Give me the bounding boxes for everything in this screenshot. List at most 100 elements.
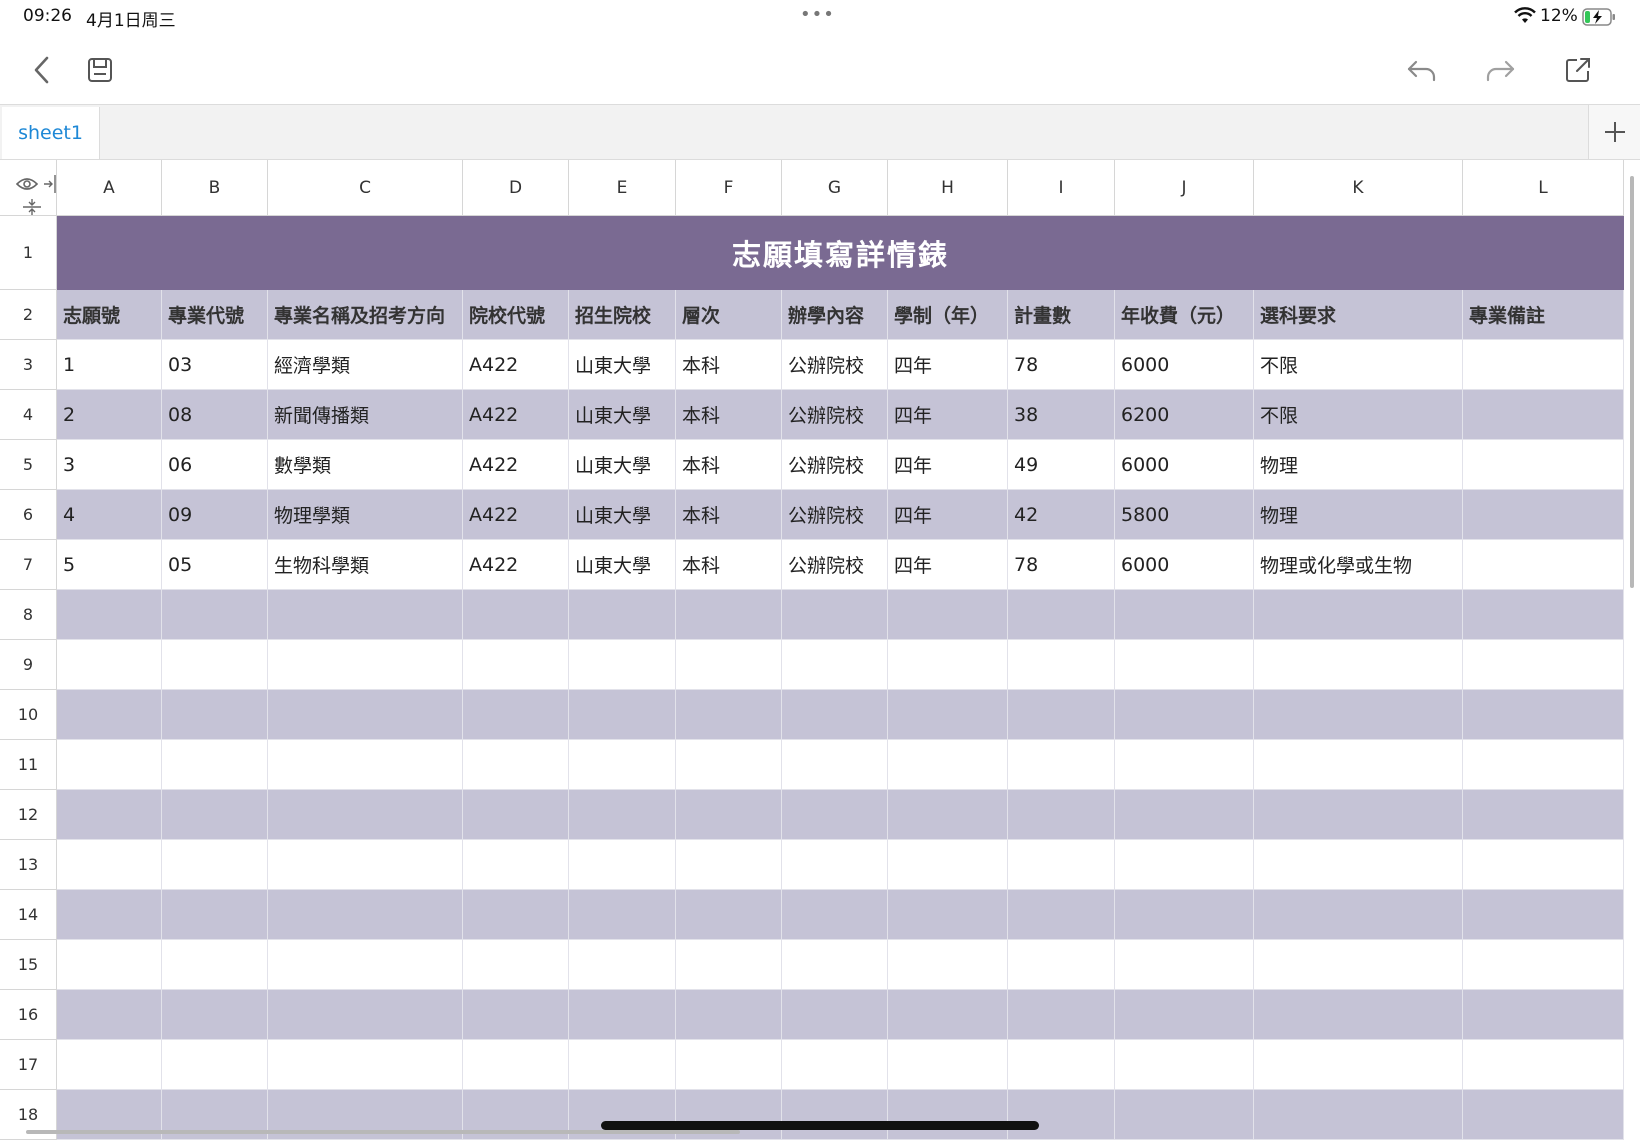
table-cell[interactable] [162,890,268,940]
collapse-rows-icon[interactable] [22,198,42,216]
table-cell[interactable] [782,740,888,790]
table-cell[interactable] [268,740,463,790]
save-button[interactable] [80,50,120,90]
table-cell[interactable]: 公辦院校 [782,540,888,590]
header-cell[interactable]: 學制（年） [888,290,1008,340]
table-cell[interactable] [1254,790,1463,840]
table-cell[interactable] [1463,640,1624,690]
table-cell[interactable] [1008,890,1115,940]
table-cell[interactable] [569,940,676,990]
header-cell[interactable]: 招生院校 [569,290,676,340]
table-cell[interactable] [1008,840,1115,890]
table-cell[interactable] [888,640,1008,690]
row-header-17[interactable]: 17 [0,1040,57,1090]
table-cell[interactable] [1463,990,1624,1040]
table-cell[interactable]: 6000 [1115,440,1254,490]
table-cell[interactable] [888,690,1008,740]
header-cell[interactable]: 志願號 [57,290,162,340]
column-header-l[interactable]: L [1463,160,1624,216]
table-cell[interactable] [1254,940,1463,990]
row-header-9[interactable]: 9 [0,640,57,690]
table-cell[interactable] [676,940,782,990]
table-cell[interactable]: 本科 [676,340,782,390]
grid-corner[interactable] [0,160,66,216]
table-cell[interactable] [569,840,676,890]
table-cell[interactable] [782,840,888,890]
table-cell[interactable] [1463,490,1624,540]
multitask-dots-icon[interactable]: ••• [800,4,835,25]
column-header-i[interactable]: I [1008,160,1115,216]
table-cell[interactable] [888,740,1008,790]
table-cell[interactable]: 本科 [676,540,782,590]
table-cell[interactable] [1115,1090,1254,1140]
table-cell[interactable] [782,690,888,740]
table-cell[interactable]: 物理 [1254,440,1463,490]
home-indicator[interactable] [601,1121,1039,1130]
table-cell[interactable] [162,940,268,990]
table-cell[interactable] [463,590,569,640]
table-cell[interactable] [1463,540,1624,590]
table-cell[interactable] [268,690,463,740]
table-cell[interactable] [1254,590,1463,640]
table-cell[interactable] [463,990,569,1040]
table-cell[interactable]: 山東大學 [569,490,676,540]
table-cell[interactable] [463,840,569,890]
table-cell[interactable] [1463,840,1624,890]
table-cell[interactable]: A422 [463,490,569,540]
table-cell[interactable] [569,640,676,690]
table-cell[interactable] [57,890,162,940]
table-cell[interactable] [57,740,162,790]
table-cell[interactable] [1008,640,1115,690]
table-cell[interactable] [162,690,268,740]
table-cell[interactable]: 四年 [888,440,1008,490]
header-cell[interactable]: 年收費（元） [1115,290,1254,340]
table-cell[interactable] [676,990,782,1040]
table-cell[interactable] [1463,340,1624,390]
table-cell[interactable] [1463,590,1624,640]
table-cell[interactable] [676,640,782,690]
table-cell[interactable] [569,740,676,790]
table-cell[interactable] [268,790,463,840]
redo-button[interactable] [1480,50,1520,90]
table-cell[interactable]: 42 [1008,490,1115,540]
column-header-a[interactable]: A [57,160,162,216]
spreadsheet-grid[interactable]: A B C D E F G H I J K L 1 2 3 4 5 6 7 8 9 10 11 12 13 14 15 16 17 18 志… [0,160,1624,1140]
table-cell[interactable]: A422 [463,540,569,590]
table-cell[interactable]: 山東大學 [569,390,676,440]
table-cell[interactable] [268,640,463,690]
table-cell[interactable] [463,740,569,790]
column-header-g[interactable]: G [782,160,888,216]
table-cell[interactable]: 78 [1008,540,1115,590]
row-header-5[interactable]: 5 [0,440,57,490]
table-cell[interactable]: A422 [463,340,569,390]
table-cell[interactable] [268,840,463,890]
table-cell[interactable] [268,940,463,990]
table-cell[interactable]: 四年 [888,490,1008,540]
table-cell[interactable] [463,640,569,690]
column-header-f[interactable]: F [676,160,782,216]
table-cell[interactable]: 6200 [1115,390,1254,440]
table-cell[interactable] [1463,940,1624,990]
table-cell[interactable] [676,740,782,790]
column-header-d[interactable]: D [463,160,569,216]
table-cell[interactable] [888,940,1008,990]
table-cell[interactable] [1008,990,1115,1040]
table-cell[interactable] [1254,990,1463,1040]
horizontal-scrollbar[interactable] [26,1130,740,1134]
table-cell[interactable] [268,590,463,640]
table-cell[interactable]: 數學類 [268,440,463,490]
column-header-j[interactable]: J [1115,160,1254,216]
column-header-c[interactable]: C [268,160,463,216]
table-cell[interactable] [888,890,1008,940]
table-cell[interactable] [57,840,162,890]
header-cell[interactable]: 院校代號 [463,290,569,340]
table-cell[interactable]: 山東大學 [569,540,676,590]
column-header-h[interactable]: H [888,160,1008,216]
table-cell[interactable] [1008,590,1115,640]
table-cell[interactable] [782,590,888,640]
table-cell[interactable]: 38 [1008,390,1115,440]
row-header-15[interactable]: 15 [0,940,57,990]
table-cell[interactable] [57,990,162,1040]
row-header-4[interactable]: 4 [0,390,57,440]
header-cell[interactable]: 辦學內容 [782,290,888,340]
